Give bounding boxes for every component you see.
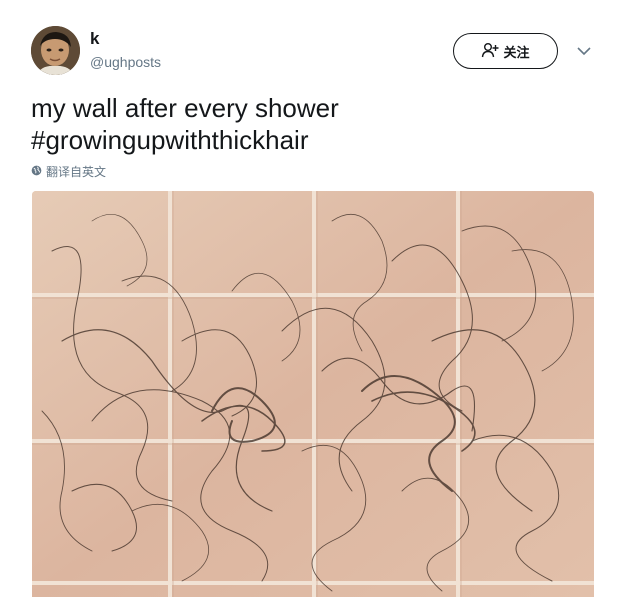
- tweet-text: my wall after every shower #growingupwit…: [31, 92, 591, 156]
- tweet-photo[interactable]: [32, 191, 594, 597]
- hashtag-link[interactable]: #growingupwiththickhair: [31, 124, 591, 156]
- translate-label: 翻译自英文: [46, 165, 107, 179]
- display-name[interactable]: k: [90, 29, 99, 49]
- follow-button-label: 关注: [503, 44, 530, 60]
- user-handle[interactable]: @ughposts: [90, 54, 161, 70]
- tweet-card: k @ughposts 关注 my wall after every showe…: [0, 0, 626, 597]
- translate-link[interactable]: 翻译自英文: [31, 163, 106, 180]
- chevron-down-icon[interactable]: [576, 44, 592, 58]
- add-user-icon: [481, 42, 499, 61]
- globe-icon: [31, 165, 42, 179]
- follow-button[interactable]: 关注: [453, 33, 558, 69]
- tweet-text-line: my wall after every shower: [31, 93, 339, 123]
- avatar[interactable]: [31, 26, 80, 75]
